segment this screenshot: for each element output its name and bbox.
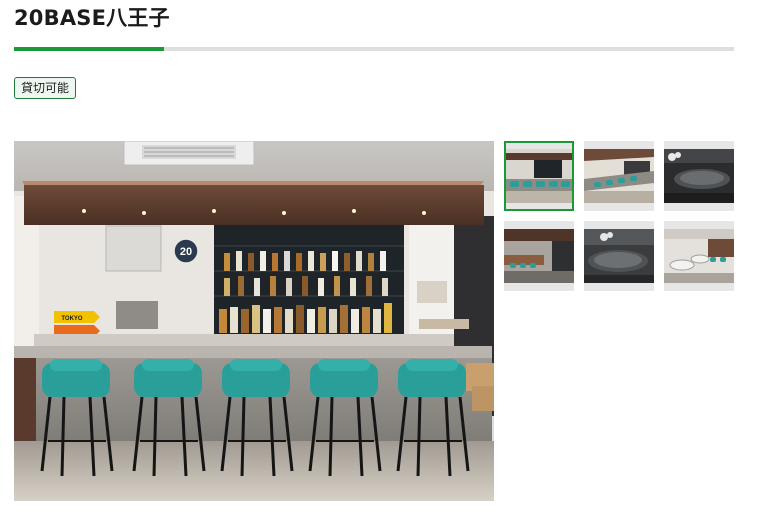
thumb-poker-table[interactable] [664,141,734,211]
bar-counter-thumb-image [506,149,572,203]
bar-side-view-thumb-image [584,149,654,203]
title-underline-accent [14,47,164,51]
poker-table-thumb-image [664,149,734,203]
thumb-bar-corridor[interactable] [504,221,574,291]
private-rental-badge: 貸切可能 [14,77,77,99]
page-title: 20BASE八王子 [14,6,170,30]
bar-corridor-thumb-image [504,229,574,283]
title-underline [14,47,734,51]
page: 20BASE八王子 貸切可能 20 TOKYO [0,0,766,513]
sign-20-text: 20 [180,246,192,258]
bar-counter-photo: 20 TOKYO [14,141,494,501]
thumb-bar-counter[interactable] [504,141,574,211]
thumb-poker-room[interactable] [584,221,654,291]
lounge-tables-thumb-image [664,229,734,283]
thumbnail-grid [504,141,744,301]
poker-room-thumb-image [584,229,654,283]
thumb-lounge-tables[interactable] [664,221,734,291]
tokyo-sign-text: TOKYO [61,316,83,322]
thumb-bar-side-view[interactable] [584,141,654,211]
main-gallery-image[interactable]: 20 TOKYO [14,141,494,501]
